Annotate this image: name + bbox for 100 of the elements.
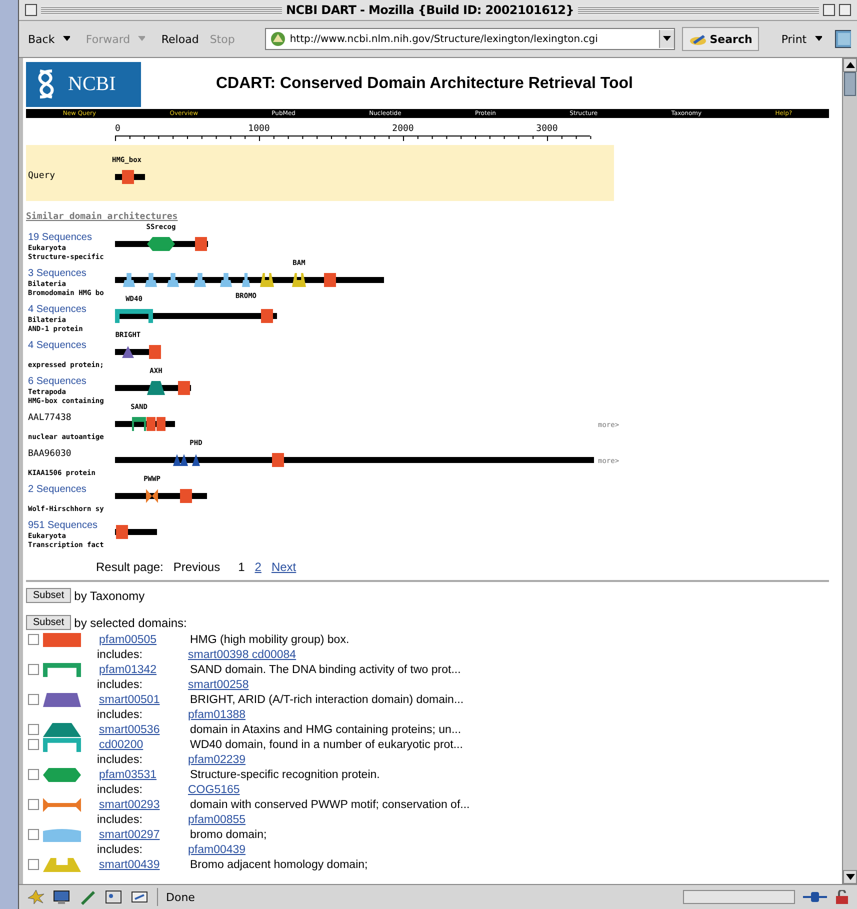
- domain-shape[interactable]: [147, 381, 165, 395]
- includes-link[interactable]: pfam00855: [188, 814, 246, 826]
- checkbox[interactable]: [28, 739, 39, 750]
- domain-shape[interactable]: [292, 273, 306, 287]
- includes-link[interactable]: smart00258: [188, 678, 249, 690]
- chat-icon[interactable]: [131, 889, 149, 905]
- domain-shape[interactable]: [115, 309, 153, 323]
- caret-icon[interactable]: [62, 36, 70, 42]
- domain-shape-icon: [43, 828, 81, 842]
- close-box-icon[interactable]: [25, 4, 37, 16]
- card-icon[interactable]: [105, 889, 123, 905]
- accession-link[interactable]: pfam03531: [99, 768, 190, 780]
- caret-icon[interactable]: [814, 36, 822, 42]
- domain-shape[interactable]: [194, 273, 206, 287]
- domain-description: HMG (high mobility group) box.: [190, 634, 350, 646]
- checkbox[interactable]: [28, 694, 39, 705]
- next-link[interactable]: Next: [271, 560, 296, 574]
- search-button[interactable]: Search: [682, 27, 760, 51]
- ruler-label: 3000: [536, 124, 558, 134]
- section-heading: Similar domain architectures: [26, 212, 178, 222]
- sequences-link[interactable]: 4 Sequences: [28, 304, 115, 316]
- domain-shape[interactable]: [146, 489, 158, 503]
- domain-shape[interactable]: [147, 237, 175, 251]
- domain-shape[interactable]: [242, 273, 250, 287]
- accession-link[interactable]: cd00200: [99, 738, 190, 750]
- page-link[interactable]: 1: [238, 560, 245, 574]
- accession-link[interactable]: smart00501: [99, 694, 190, 706]
- domain-shape[interactable]: [180, 454, 188, 466]
- accession-label: AAL77438: [28, 412, 72, 424]
- domain-description: bromo domain;: [190, 828, 267, 840]
- accession-link[interactable]: smart00439: [99, 858, 190, 870]
- accession-link[interactable]: smart00536: [99, 724, 190, 736]
- includes-link[interactable]: COG5165: [188, 784, 240, 796]
- address-field[interactable]: http://www.ncbi.nlm.nih.gov/Structure/lexington/lexington.cgi: [264, 28, 675, 50]
- scroll-thumb[interactable]: [844, 72, 856, 96]
- checkbox[interactable]: [28, 634, 39, 645]
- domain-shape[interactable]: [123, 273, 135, 287]
- checkbox[interactable]: [28, 664, 39, 675]
- checkbox[interactable]: [28, 799, 39, 810]
- ncbi-logo[interactable]: NCBI: [26, 62, 141, 106]
- dropdown-icon[interactable]: [658, 30, 674, 48]
- checkbox[interactable]: [28, 769, 39, 780]
- accession-link[interactable]: pfam00505: [99, 634, 190, 646]
- nav-button[interactable]: Reload: [158, 32, 202, 46]
- includes-link[interactable]: pfam01388: [188, 708, 246, 720]
- monitor-icon[interactable]: [53, 889, 71, 905]
- domain-shape-icon: [43, 722, 81, 736]
- domain-shape-icon: [43, 858, 81, 872]
- domain-shape[interactable]: [173, 454, 181, 466]
- sequences-link[interactable]: 2 Sequences: [28, 484, 115, 496]
- includes-link[interactable]: smart00398 cd00084: [188, 648, 296, 660]
- sequences-link[interactable]: 951 Sequences: [28, 520, 115, 532]
- domain-shape-icon: [43, 662, 81, 676]
- domain-shape[interactable]: [122, 346, 134, 358]
- domain-description: Structure-specific recognition protein.: [190, 768, 380, 780]
- domain-shape[interactable]: [260, 273, 274, 287]
- checkbox[interactable]: [28, 724, 39, 735]
- domain-shape[interactable]: [167, 273, 179, 287]
- domain-shape[interactable]: [145, 273, 157, 287]
- includes-link[interactable]: pfam02239: [188, 754, 246, 766]
- includes-label: includes:: [97, 814, 144, 826]
- domain-description: SAND domain. The DNA binding activity of two prot...: [190, 664, 461, 676]
- sequences-link[interactable]: 6 Sequences: [28, 376, 115, 388]
- site-icon: [270, 31, 286, 47]
- domain-shape[interactable]: [192, 454, 200, 466]
- accession-link[interactable]: pfam01342: [99, 664, 190, 676]
- sequences-link[interactable]: 4 Sequences: [28, 340, 115, 352]
- star-burst-icon[interactable]: [27, 889, 45, 905]
- sequences-link[interactable]: 3 Sequences: [28, 268, 115, 280]
- sidebar-icon[interactable]: [834, 30, 852, 48]
- page-link[interactable]: 2: [254, 560, 262, 574]
- includes-label: includes:: [97, 708, 144, 720]
- plug-icon: [803, 891, 827, 903]
- scrollbar[interactable]: [842, 58, 857, 884]
- includes-label: includes:: [97, 844, 144, 856]
- scroll-down-icon[interactable]: [843, 870, 857, 884]
- pen-icon[interactable]: [79, 889, 97, 905]
- domain-shape[interactable]: [132, 417, 146, 431]
- includes-link[interactable]: pfam00439: [188, 844, 246, 856]
- subset-button[interactable]: Subset: [26, 615, 72, 630]
- sequence-track: [115, 174, 145, 180]
- zoom-box-icon[interactable]: [823, 4, 835, 16]
- domain-shape[interactable]: [220, 273, 232, 287]
- nav-button[interactable]: Back: [25, 32, 58, 46]
- pager-label: Result page:: [96, 560, 164, 574]
- subset-button[interactable]: Subset: [26, 588, 72, 603]
- scroll-up-icon[interactable]: [843, 58, 857, 72]
- previous-label: Previous: [173, 560, 220, 574]
- includes-label: includes:: [97, 648, 144, 660]
- collapse-box-icon[interactable]: [839, 4, 851, 16]
- accession-link[interactable]: smart00293: [99, 798, 190, 810]
- checkbox[interactable]: [28, 829, 39, 840]
- domain-description: domain with conserved PWWP motif; conservation of...: [190, 798, 470, 810]
- domain-shape-icon: [43, 632, 81, 646]
- checkbox[interactable]: [28, 859, 39, 870]
- lock-icon: [835, 890, 849, 904]
- accession-link[interactable]: smart00297: [99, 828, 190, 840]
- page-title: CDART: Conserved Domain Architecture Retrieval Tool: [216, 75, 633, 93]
- print-button[interactable]: Print: [778, 32, 810, 46]
- sequences-link[interactable]: 19 Sequences: [28, 232, 115, 244]
